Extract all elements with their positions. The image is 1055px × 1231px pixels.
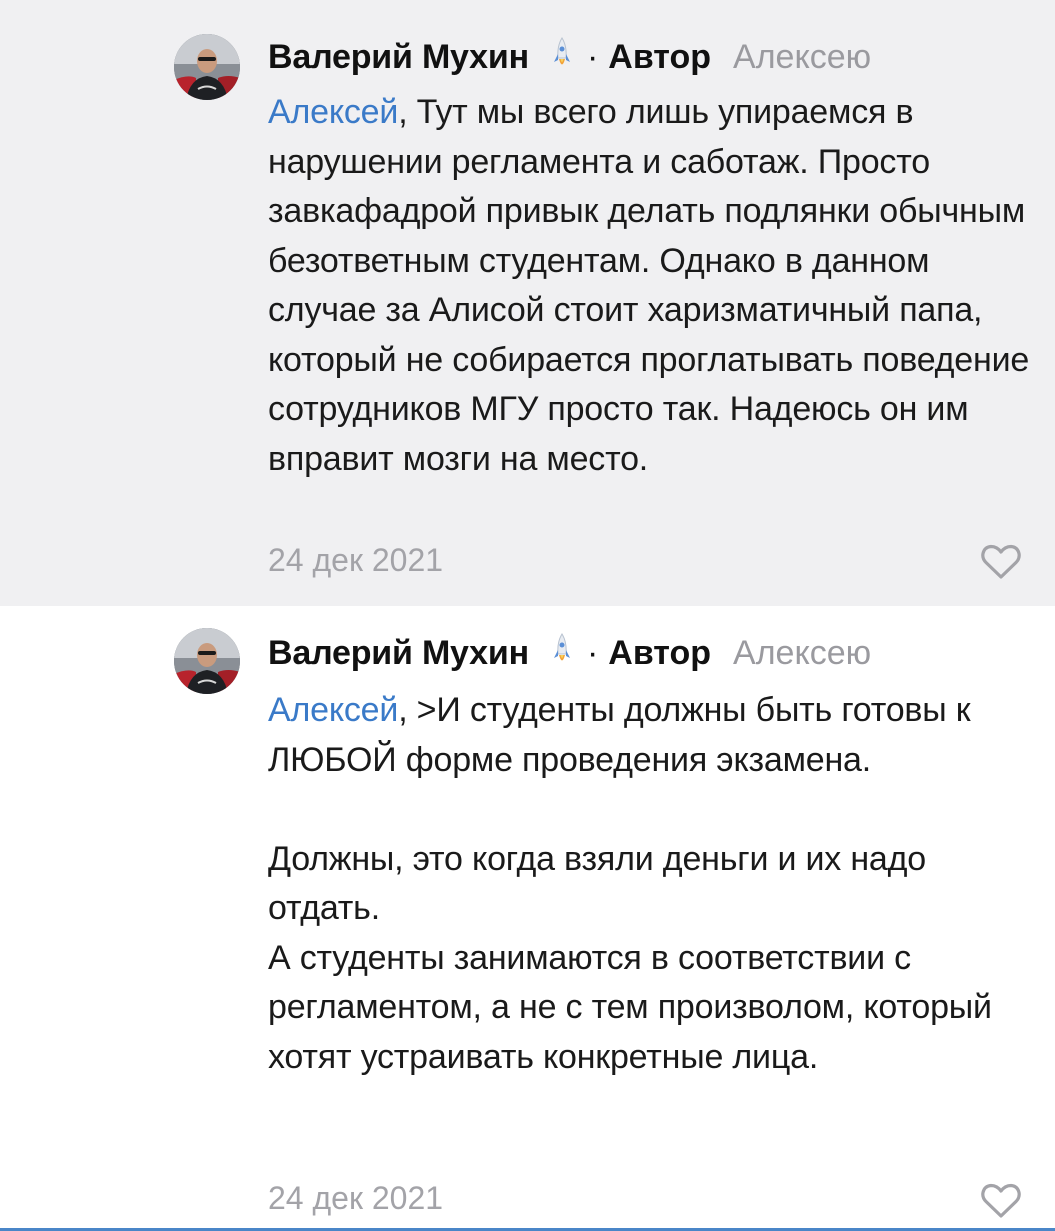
avatar[interactable]	[174, 34, 240, 100]
comment-header: Валерий Мухин · Автор Алексею	[268, 630, 871, 676]
mention-link[interactable]: Алексей	[268, 93, 398, 131]
comment-date[interactable]: 24 дек 2021	[268, 1180, 443, 1217]
comment-paragraph: А студенты занимаются в соответствии с р…	[268, 938, 992, 1076]
author-role: · Автор	[586, 37, 712, 76]
rocket-icon	[551, 34, 573, 80]
avatar-photo-icon	[174, 628, 240, 694]
comment: Валерий Мухин · Автор Алексею Алексей, >И…	[0, 606, 1055, 1231]
comment-text: Алексей, >И студенты должны быть готовы …	[268, 686, 1038, 1082]
author-name[interactable]: Валерий Мухин	[268, 38, 529, 77]
comment-text: Алексей, Тут мы всего лишь упираемся в н…	[268, 93, 1030, 478]
like-button[interactable]	[980, 1182, 1022, 1220]
comment-paragraph: Должны, это когда взяли деньги и их надо…	[268, 839, 926, 928]
reply-to-name[interactable]: Алексею	[733, 634, 871, 673]
comment-header: Валерий Мухин · Автор Алексею	[268, 34, 871, 80]
comment-date[interactable]: 24 дек 2021	[268, 542, 443, 579]
rocket-icon	[551, 630, 573, 676]
mention-link[interactable]: Алексей	[268, 691, 398, 729]
comment: Валерий Мухин · Автор Алексею Алексей, Ту…	[0, 0, 1055, 606]
avatar-photo-icon	[174, 34, 240, 100]
author-name[interactable]: Валерий Мухин	[268, 634, 529, 673]
heart-outline-icon	[981, 1183, 1021, 1218]
heart-outline-icon	[981, 544, 1021, 579]
comment-feed: Валерий Мухин · Автор Алексею Алексей, Ту…	[0, 0, 1055, 1231]
like-button[interactable]	[980, 543, 1022, 581]
reply-to-name[interactable]: Алексею	[733, 38, 871, 77]
avatar[interactable]	[174, 628, 240, 694]
author-role: · Автор	[586, 633, 712, 672]
